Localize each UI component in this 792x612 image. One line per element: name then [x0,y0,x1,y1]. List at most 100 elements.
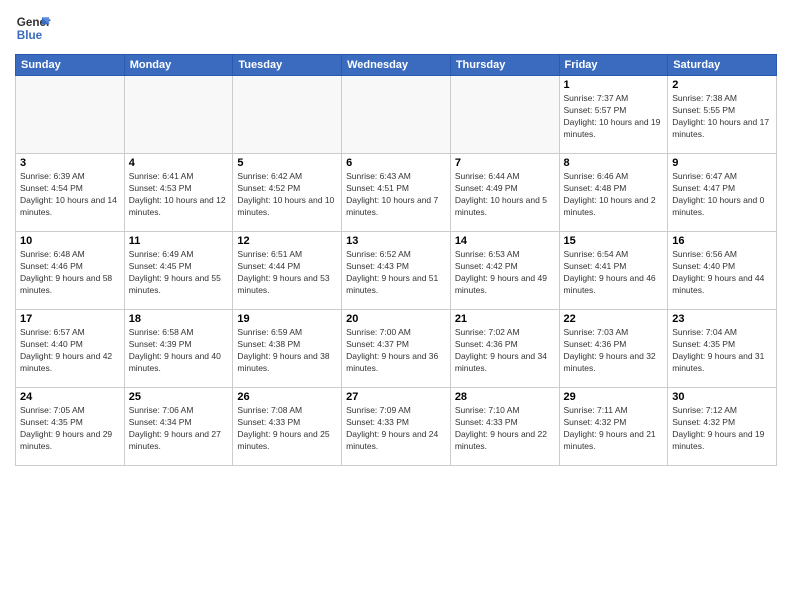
calendar-cell: 7Sunrise: 6:44 AM Sunset: 4:49 PM Daylig… [450,154,559,232]
day-info: Sunrise: 6:52 AM Sunset: 4:43 PM Dayligh… [346,249,446,297]
calendar-cell: 27 Sunrise: 7:09 AM Sunset: 4:33 PM Dayli… [342,388,451,466]
day-info: Sunrise: 7:11 AM Sunset: 4:32 PM Dayligh… [564,405,664,453]
day-info: Sunrise: 6:47 AM Sunset: 4:47 PM Dayligh… [672,171,772,219]
day-number: 11 [129,235,229,247]
svg-text:Blue: Blue [17,29,43,42]
calendar-week-4: 17 Sunrise: 6:57 AM Sunset: 4:40 PM Dayli… [16,310,777,388]
calendar-week-2: 3 Sunrise: 6:39 AM Sunset: 4:54 PM Daylig… [16,154,777,232]
day-number: 30 [672,391,772,403]
day-number: 8 [564,157,664,169]
day-number: 20 [346,313,446,325]
day-number: 28 [455,391,555,403]
calendar-cell: 17 Sunrise: 6:57 AM Sunset: 4:40 PM Dayli… [16,310,125,388]
day-info: Sunrise: 6:59 AM Sunset: 4:38 PM Dayligh… [237,327,337,375]
day-number: 10 [20,235,120,247]
calendar-cell: 30 Sunrise: 7:12 AM Sunset: 4:32 PM Dayli… [668,388,777,466]
calendar-cell: 13Sunrise: 6:52 AM Sunset: 4:43 PM Dayli… [342,232,451,310]
col-header-friday: Friday [559,55,668,76]
calendar-cell [124,76,233,154]
calendar-cell [16,76,125,154]
col-header-saturday: Saturday [668,55,777,76]
calendar-cell: 8 Sunrise: 6:46 AM Sunset: 4:48 PM Daylig… [559,154,668,232]
day-number: 15 [564,235,664,247]
day-number: 24 [20,391,120,403]
day-number: 25 [129,391,229,403]
day-number: 16 [672,235,772,247]
day-number: 17 [20,313,120,325]
day-info: Sunrise: 6:44 AM Sunset: 4:49 PM Dayligh… [455,171,555,219]
day-info: Sunrise: 6:39 AM Sunset: 4:54 PM Dayligh… [20,171,120,219]
day-info: Sunrise: 7:00 AM Sunset: 4:37 PM Dayligh… [346,327,446,375]
calendar-cell [450,76,559,154]
calendar-cell: 21 Sunrise: 7:02 AM Sunset: 4:36 PM Dayli… [450,310,559,388]
day-info: Sunrise: 7:12 AM Sunset: 4:32 PM Dayligh… [672,405,772,453]
day-info: Sunrise: 7:08 AM Sunset: 4:33 PM Dayligh… [237,405,337,453]
day-info: Sunrise: 7:02 AM Sunset: 4:36 PM Dayligh… [455,327,555,375]
day-number: 21 [455,313,555,325]
logo-icon: General Blue [15,10,51,46]
calendar-cell: 18Sunrise: 6:58 AM Sunset: 4:39 PM Dayli… [124,310,233,388]
day-number: 18 [129,313,229,325]
day-info: Sunrise: 6:42 AM Sunset: 4:52 PM Dayligh… [237,171,337,219]
day-info: Sunrise: 7:04 AM Sunset: 4:35 PM Dayligh… [672,327,772,375]
day-number: 3 [20,157,120,169]
calendar-cell: 28 Sunrise: 7:10 AM Sunset: 4:33 PM Dayli… [450,388,559,466]
logo: General Blue [15,10,51,46]
page-header: General Blue [15,10,777,46]
calendar-week-5: 24Sunrise: 7:05 AM Sunset: 4:35 PM Dayli… [16,388,777,466]
calendar-cell: 29 Sunrise: 7:11 AM Sunset: 4:32 PM Dayli… [559,388,668,466]
day-info: Sunrise: 7:38 AM Sunset: 5:55 PM Dayligh… [672,93,772,141]
day-number: 29 [564,391,664,403]
day-info: Sunrise: 6:57 AM Sunset: 4:40 PM Dayligh… [20,327,120,375]
day-number: 26 [237,391,337,403]
calendar-cell: 12 Sunrise: 6:51 AM Sunset: 4:44 PM Dayli… [233,232,342,310]
calendar-cell [342,76,451,154]
day-info: Sunrise: 7:10 AM Sunset: 4:33 PM Dayligh… [455,405,555,453]
calendar-cell [233,76,342,154]
day-number: 6 [346,157,446,169]
day-info: Sunrise: 6:53 AM Sunset: 4:42 PM Dayligh… [455,249,555,297]
day-number: 1 [564,79,664,91]
col-header-wednesday: Wednesday [342,55,451,76]
calendar-cell: 9Sunrise: 6:47 AM Sunset: 4:47 PM Daylig… [668,154,777,232]
calendar-cell: 3 Sunrise: 6:39 AM Sunset: 4:54 PM Daylig… [16,154,125,232]
col-header-thursday: Thursday [450,55,559,76]
day-info: Sunrise: 7:09 AM Sunset: 4:33 PM Dayligh… [346,405,446,453]
day-number: 2 [672,79,772,91]
col-header-tuesday: Tuesday [233,55,342,76]
calendar-cell: 5Sunrise: 6:42 AM Sunset: 4:52 PM Daylig… [233,154,342,232]
day-info: Sunrise: 6:51 AM Sunset: 4:44 PM Dayligh… [237,249,337,297]
day-info: Sunrise: 6:43 AM Sunset: 4:51 PM Dayligh… [346,171,446,219]
calendar-cell: 20 Sunrise: 7:00 AM Sunset: 4:37 PM Dayli… [342,310,451,388]
day-info: Sunrise: 6:48 AM Sunset: 4:46 PM Dayligh… [20,249,120,297]
calendar-cell: 6 Sunrise: 6:43 AM Sunset: 4:51 PM Daylig… [342,154,451,232]
day-number: 4 [129,157,229,169]
calendar-cell: 22 Sunrise: 7:03 AM Sunset: 4:36 PM Dayli… [559,310,668,388]
calendar-cell: 26 Sunrise: 7:08 AM Sunset: 4:33 PM Dayli… [233,388,342,466]
calendar-cell: 10 Sunrise: 6:48 AM Sunset: 4:46 PM Dayli… [16,232,125,310]
day-info: Sunrise: 6:54 AM Sunset: 4:41 PM Dayligh… [564,249,664,297]
day-info: Sunrise: 7:03 AM Sunset: 4:36 PM Dayligh… [564,327,664,375]
day-number: 27 [346,391,446,403]
day-info: Sunrise: 6:41 AM Sunset: 4:53 PM Dayligh… [129,171,229,219]
day-info: Sunrise: 7:06 AM Sunset: 4:34 PM Dayligh… [129,405,229,453]
calendar-table: SundayMondayTuesdayWednesdayThursdayFrid… [15,54,777,466]
day-info: Sunrise: 7:37 AM Sunset: 5:57 PM Dayligh… [564,93,664,141]
calendar-week-1: 1 Sunrise: 7:37 AM Sunset: 5:57 PM Daylig… [16,76,777,154]
calendar-cell: 4 Sunrise: 6:41 AM Sunset: 4:53 PM Daylig… [124,154,233,232]
calendar-week-3: 10 Sunrise: 6:48 AM Sunset: 4:46 PM Dayli… [16,232,777,310]
col-header-sunday: Sunday [16,55,125,76]
calendar-cell: 23 Sunrise: 7:04 AM Sunset: 4:35 PM Dayli… [668,310,777,388]
calendar-cell: 1 Sunrise: 7:37 AM Sunset: 5:57 PM Daylig… [559,76,668,154]
calendar-cell: 15 Sunrise: 6:54 AM Sunset: 4:41 PM Dayli… [559,232,668,310]
calendar-cell: 11Sunrise: 6:49 AM Sunset: 4:45 PM Dayli… [124,232,233,310]
day-number: 23 [672,313,772,325]
day-number: 22 [564,313,664,325]
col-header-monday: Monday [124,55,233,76]
day-info: Sunrise: 6:46 AM Sunset: 4:48 PM Dayligh… [564,171,664,219]
calendar-cell: 16 Sunrise: 6:56 AM Sunset: 4:40 PM Dayli… [668,232,777,310]
day-number: 12 [237,235,337,247]
day-info: Sunrise: 6:56 AM Sunset: 4:40 PM Dayligh… [672,249,772,297]
calendar-cell: 2 Sunrise: 7:38 AM Sunset: 5:55 PM Daylig… [668,76,777,154]
calendar-cell: 25 Sunrise: 7:06 AM Sunset: 4:34 PM Dayli… [124,388,233,466]
